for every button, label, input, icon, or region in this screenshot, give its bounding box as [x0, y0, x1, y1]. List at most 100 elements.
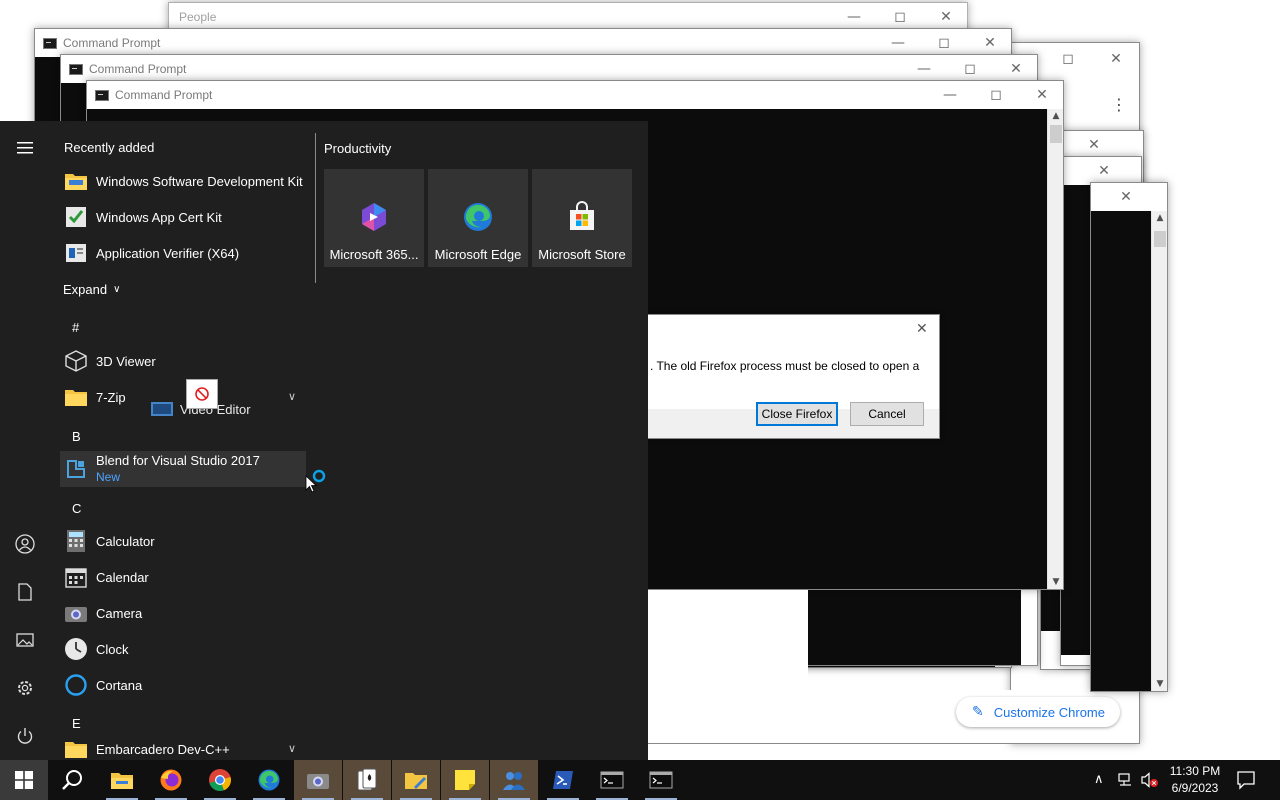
chevron-down-icon[interactable]: ∨: [288, 390, 296, 403]
volume-muted-icon[interactable]: [1140, 772, 1160, 791]
app-application-verifier[interactable]: Application Verifier (X64): [60, 235, 306, 271]
taskbar-chrome[interactable]: [196, 760, 244, 800]
maximize-button[interactable]: ◻: [973, 81, 1019, 109]
close-button[interactable]: ✕: [1103, 183, 1149, 211]
search-button[interactable]: [48, 760, 96, 800]
app-clock[interactable]: Clock: [60, 631, 306, 667]
cancel-button[interactable]: Cancel: [850, 402, 924, 426]
taskbar-paint-folder[interactable]: [392, 760, 440, 800]
folder-icon: [65, 390, 87, 406]
hamburger-menu-button[interactable]: [0, 128, 50, 168]
close-button[interactable]: ✕: [1081, 157, 1127, 185]
app-3d-viewer[interactable]: 3D Viewer: [60, 343, 306, 379]
app-windows-sdk[interactable]: Windows Software Development Kit: [60, 163, 306, 199]
close-button[interactable]: ✕: [1071, 131, 1117, 159]
show-hidden-icons-button[interactable]: ∧: [1094, 772, 1104, 787]
maximize-button[interactable]: ◻: [877, 3, 923, 31]
minimize-button[interactable]: —: [901, 55, 947, 83]
underlying-window-white: [648, 590, 808, 690]
power-icon: [17, 728, 33, 744]
customize-chrome-button[interactable]: ✎ Customize Chrome: [956, 697, 1120, 727]
store-icon: [570, 201, 594, 230]
console-scrollbar[interactable]: ▲ ▼: [1047, 109, 1063, 589]
edge-icon: [258, 769, 280, 791]
gear-icon: [18, 681, 32, 695]
dialog-close-icon[interactable]: ✕: [916, 321, 928, 337]
minimize-button[interactable]: ◻: [1045, 45, 1091, 73]
notifications-button[interactable]: [1236, 770, 1256, 793]
minimize-button[interactable]: —: [875, 29, 921, 57]
maximize-button[interactable]: ◻: [921, 29, 967, 57]
clock-icon: [65, 638, 87, 660]
tile-microsoft-edge[interactable]: Microsoft Edge: [428, 169, 528, 267]
taskbar-solitaire[interactable]: [343, 760, 391, 800]
close-button[interactable]: ✕: [1019, 81, 1065, 109]
taskbar-file-explorer[interactable]: [98, 760, 146, 800]
start-button[interactable]: [0, 760, 48, 800]
app-blend-vs2017[interactable]: Blend for Visual Studio 2017 New: [60, 451, 306, 487]
close-button[interactable]: ✕: [1093, 45, 1139, 73]
close-button[interactable]: ✕: [923, 3, 969, 31]
cards-icon: [357, 768, 377, 791]
clock-time[interactable]: 11:30 PM: [1166, 764, 1224, 778]
settings-button[interactable]: [0, 668, 50, 708]
taskbar-powershell[interactable]: [539, 760, 587, 800]
edge-icon: [464, 203, 492, 231]
close-firefox-button[interactable]: Close Firefox: [756, 402, 838, 426]
app-windows-app-cert-kit[interactable]: Windows App Cert Kit: [60, 199, 306, 235]
cmd-icon: [69, 63, 83, 75]
folder-icon: [65, 174, 87, 190]
powershell-icon: [553, 771, 573, 789]
app-calculator[interactable]: Calculator: [60, 523, 306, 559]
close-button[interactable]: ✕: [967, 29, 1013, 57]
pictures-button[interactable]: [0, 620, 50, 660]
minimize-button[interactable]: —: [927, 81, 973, 109]
dialog-message: . The old Firefox process must be closed…: [650, 359, 920, 373]
taskbar-firefox[interactable]: [147, 760, 195, 800]
account-button[interactable]: [0, 524, 50, 564]
tiles-group-heading[interactable]: Productivity: [324, 141, 391, 156]
letter-header-e[interactable]: E: [72, 716, 81, 731]
chevron-down-icon[interactable]: ∨: [288, 742, 296, 755]
taskbar-sticky-notes[interactable]: [441, 760, 489, 800]
pointer-busy-icon: [305, 469, 326, 493]
taskbar-edge[interactable]: [245, 760, 293, 800]
expand-button[interactable]: Expand ∨: [63, 282, 120, 297]
no-drop-cursor: [186, 379, 218, 409]
picture-icon: [16, 633, 34, 647]
maximize-button[interactable]: ◻: [947, 55, 993, 83]
taskbar-camera[interactable]: [294, 760, 342, 800]
close-button[interactable]: ✕: [993, 55, 1039, 83]
chevron-down-icon: ∨: [113, 284, 121, 295]
app-calendar[interactable]: Calendar: [60, 559, 306, 595]
cmd-window-1-title: Command Prompt: [63, 36, 161, 50]
letter-header-hash[interactable]: #: [72, 320, 79, 335]
network-icon[interactable]: [1117, 772, 1135, 791]
more-options-icon[interactable]: ⋮: [1111, 95, 1127, 114]
clock-date[interactable]: 6/9/2023: [1166, 781, 1224, 795]
user-icon: [15, 534, 35, 554]
taskbar-cmd-2[interactable]: [637, 760, 685, 800]
documents-button[interactable]: [0, 572, 50, 612]
taskbar-people[interactable]: [490, 760, 538, 800]
app-cortana[interactable]: Cortana: [60, 667, 306, 703]
busy-cursor: [304, 466, 328, 494]
letter-header-b[interactable]: B: [72, 429, 81, 444]
cmd-icon: [600, 771, 624, 789]
pencil-icon: ✎: [972, 704, 984, 720]
app-camera[interactable]: Camera: [60, 595, 306, 631]
hamburger-icon: [17, 142, 33, 154]
tile-microsoft-365[interactable]: Microsoft 365...: [324, 169, 424, 267]
taskbar-cmd-1[interactable]: [588, 760, 636, 800]
people-icon: [503, 772, 525, 790]
cmd-icon: [43, 37, 57, 49]
cortana-icon: [65, 674, 87, 696]
folder-icon: [111, 773, 133, 789]
letter-header-c[interactable]: C: [72, 501, 81, 516]
cert-kit-icon: [66, 207, 86, 227]
tile-microsoft-store[interactable]: Microsoft Store: [532, 169, 632, 267]
minimize-button[interactable]: —: [831, 3, 877, 31]
windows-logo-icon: [15, 771, 33, 789]
power-button[interactable]: [0, 716, 50, 756]
firefox-icon: [160, 769, 182, 791]
